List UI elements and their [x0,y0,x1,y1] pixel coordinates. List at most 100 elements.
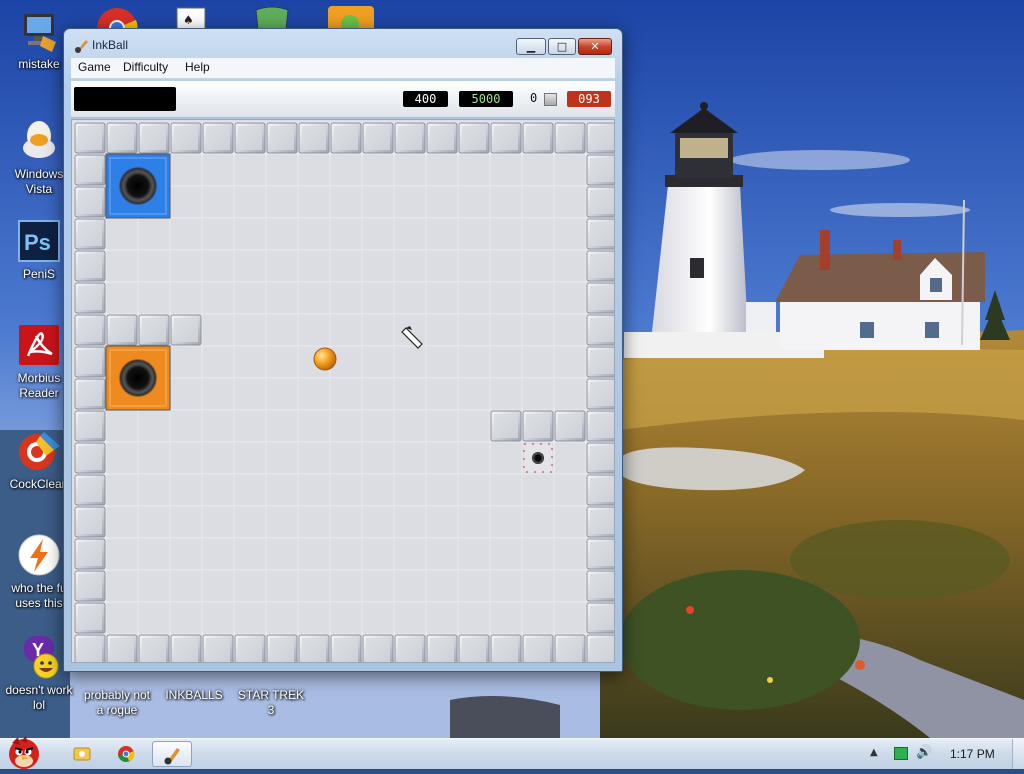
system-tray: ▲ 🔊 [866,739,1024,769]
desktop-icon-label: doesn't work lol [5,683,73,712]
gray-hole [523,443,553,473]
wall-tile [74,154,106,186]
ink-meter [74,87,176,111]
timer-display: 093 [567,91,611,107]
wall-tile [586,410,614,442]
wall-tile [106,634,138,662]
wall-tile [74,506,106,538]
wall-tile [458,122,490,154]
wall-tile [74,378,106,410]
wall-tile [74,218,106,250]
status-bar: 400 5000 0 093 [71,81,615,118]
taskbar-inkball[interactable] [152,741,192,767]
game-board[interactable] [71,119,615,663]
start-button[interactable] [2,733,46,771]
wall-tile [586,506,614,538]
orange-ball [313,347,337,371]
wall-tile [586,346,614,378]
wall-tile [554,122,586,154]
wall-tile [74,634,106,662]
menu-help[interactable]: Help [185,60,210,74]
wall-tile [330,634,362,662]
angry-bird-start-icon [9,735,39,769]
wall-tile [170,634,202,662]
wall-tile [362,122,394,154]
desktop-icon-label: probably not a rogue [83,688,151,717]
wall-tile [458,634,490,662]
wall-tile [74,570,106,602]
inkball-window[interactable]: InkBall ▁ □ ✕ Game Difficulty Help 400 5… [63,28,623,672]
windows-vista-icon [16,118,62,164]
wall-tile [362,634,394,662]
wall-tile [138,314,170,346]
wall-tile [586,474,614,506]
wall-tile [170,122,202,154]
maximize-icon: □ [556,40,568,53]
wall-tile [74,538,106,570]
taskbar: ▲ 🔊 1:17 PM [0,735,1024,769]
wall-tile [490,634,522,662]
wall-tile [74,602,106,634]
wall-tile [586,442,614,474]
taskbar-chrome[interactable] [106,741,146,767]
ball-layer [313,347,337,371]
wall-tile [74,442,106,474]
wall-tile [202,122,234,154]
network-icon[interactable] [894,747,908,760]
wall-tile [74,186,106,218]
wall-tile [394,634,426,662]
wall-tile [586,314,614,346]
wall-tile [170,314,202,346]
clock[interactable]: 1:17 PM [950,747,995,761]
blue-hole [105,153,171,219]
wall-tile [394,122,426,154]
volume-icon[interactable]: 🔊 [916,745,932,760]
wall-tile [586,538,614,570]
balls-count: 0 [530,91,538,105]
wall-tile [586,378,614,410]
ccleaner-icon [16,428,62,474]
wall-tile [298,634,330,662]
wall-tile [586,186,614,218]
wall-tile [586,218,614,250]
game-board-canvas[interactable] [72,120,614,662]
wall-tile [586,122,614,154]
title-bar[interactable]: InkBall ▁ □ ✕ [64,29,622,59]
orange-hole [105,345,171,411]
wall-tile [490,410,522,442]
wall-tile [586,602,614,634]
svg-text:Ps: Ps [24,230,51,255]
wall-tile [266,634,298,662]
taskbar-explorer[interactable] [62,741,102,767]
menu-difficulty[interactable]: Difficulty [123,60,168,74]
photoshop-icon: Ps [16,218,62,264]
ball-icon [544,93,557,106]
show-hidden-icons-icon[interactable]: ▲ [870,747,878,758]
wall-tile [234,122,266,154]
close-button[interactable]: ✕ [578,38,612,55]
wall-tile [586,634,614,662]
wall-tile [490,122,522,154]
wall-tile [426,634,458,662]
wall-tile [266,122,298,154]
wall-tile [586,570,614,602]
inkball-icon [74,37,90,53]
wall-tile [554,634,586,662]
wall-tile [426,122,458,154]
wall-tile [74,282,106,314]
score-display: 400 [403,91,448,107]
wall-tile [522,122,554,154]
wall-tile [586,282,614,314]
wall-tile [298,122,330,154]
yahoo-messenger-icon: Y [16,636,62,680]
minimize-icon: ▁ [526,40,536,53]
show-desktop-button[interactable] [1012,739,1024,769]
menu-bar: Game Difficulty Help [71,58,615,79]
maximize-button[interactable]: □ [548,38,576,55]
menu-game[interactable]: Game [78,60,111,74]
desktop-icon-label: INKBALLS [165,688,223,702]
minimize-button[interactable]: ▁ [516,38,546,55]
wall-tile [74,250,106,282]
close-icon: ✕ [590,40,600,53]
lightning-icon [16,532,62,578]
